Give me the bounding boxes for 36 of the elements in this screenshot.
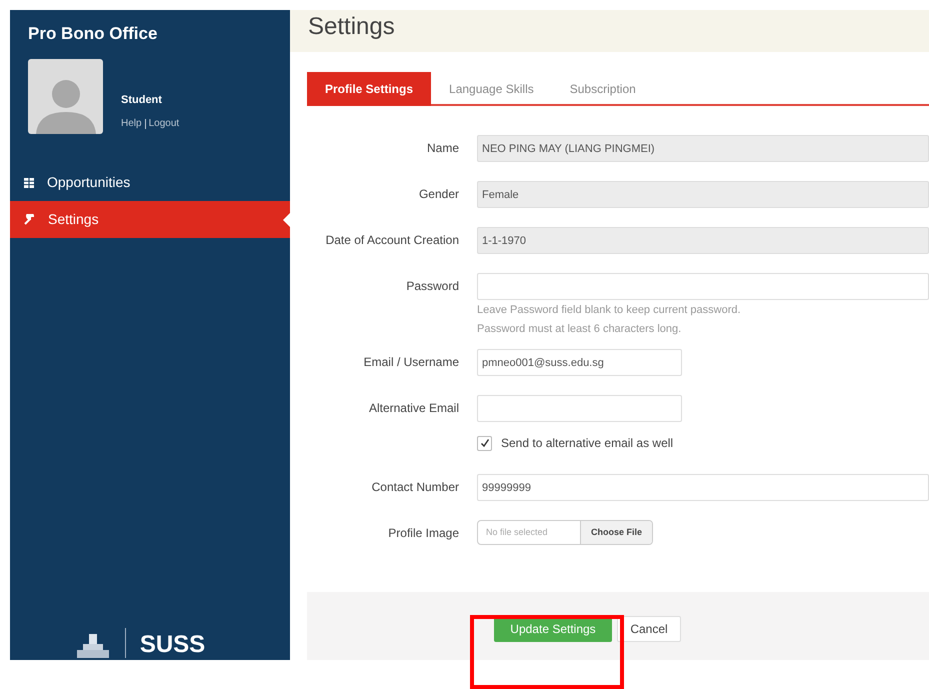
wrench-icon bbox=[24, 214, 35, 225]
field-label: Contact Number bbox=[370, 479, 460, 496]
input-field[interactable]: Female bbox=[477, 181, 929, 208]
cancel-button[interactable]: Cancel bbox=[617, 616, 681, 642]
field-label: Date of Account Creation bbox=[324, 232, 460, 249]
tab[interactable]: Language Skills bbox=[431, 72, 552, 106]
field-label: Name bbox=[426, 140, 460, 157]
user-role: Student bbox=[121, 92, 163, 108]
tab[interactable]: Subscription bbox=[552, 72, 654, 106]
help-text: Password must at least 6 characters long. bbox=[477, 322, 682, 337]
field-label: Email / Username bbox=[362, 354, 460, 371]
field-label: Alternative Email bbox=[368, 400, 460, 417]
input-field[interactable]: pmneo001@suss.edu.sg bbox=[477, 349, 682, 376]
input-field[interactable]: 1-1-1970 bbox=[477, 227, 929, 254]
nav-item[interactable]: Settings bbox=[10, 201, 290, 238]
file-input[interactable]: No file selected Choose File bbox=[477, 520, 653, 545]
field-label: Password bbox=[405, 278, 460, 295]
input-field[interactable]: NEO PING MAY (LIANG PINGMEI) bbox=[477, 135, 929, 162]
tab[interactable]: Profile Settings bbox=[307, 72, 432, 106]
logo-text: SUSS bbox=[140, 632, 206, 658]
checkbox[interactable] bbox=[477, 436, 492, 450]
building-icon bbox=[74, 632, 111, 658]
input-field[interactable] bbox=[477, 273, 929, 300]
page-title: Settings bbox=[308, 12, 395, 42]
input-field[interactable]: 99999999 bbox=[477, 474, 929, 501]
check-icon bbox=[480, 438, 490, 448]
help-text: Leave Password field blank to keep current password. bbox=[477, 303, 742, 318]
nav-item[interactable]: Opportunities bbox=[10, 164, 290, 201]
field-label: Profile Image bbox=[387, 525, 460, 542]
app-title: Pro Bono Office bbox=[27, 23, 158, 45]
field-label: Gender bbox=[418, 186, 460, 203]
checkbox-label: Send to alternative email as well bbox=[501, 435, 674, 452]
user-link[interactable]: Help bbox=[121, 116, 142, 131]
user-link[interactable]: Logout bbox=[148, 116, 180, 131]
grid-icon bbox=[24, 178, 34, 188]
input-field[interactable] bbox=[477, 395, 682, 422]
